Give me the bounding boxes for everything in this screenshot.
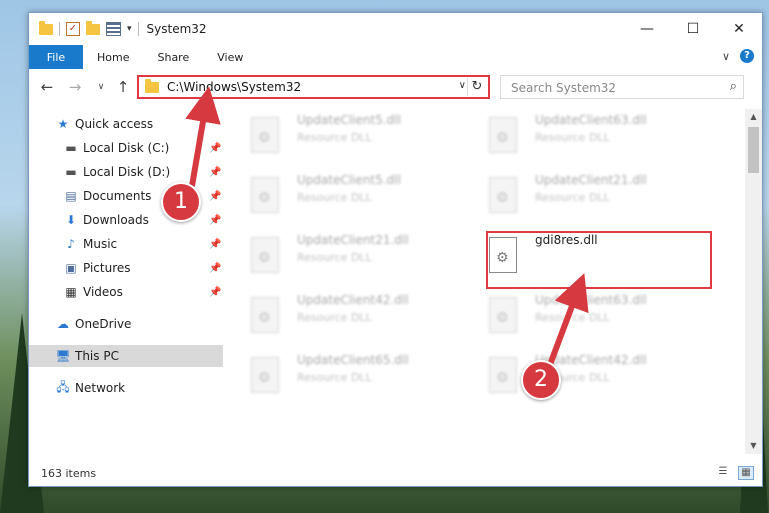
step-badge-1: 1 <box>161 182 201 222</box>
step-badge-2: 2 <box>521 360 561 400</box>
annotation-arrows <box>185 86 589 372</box>
arrow-step1 <box>185 86 221 187</box>
arrow-step2 <box>545 273 589 372</box>
